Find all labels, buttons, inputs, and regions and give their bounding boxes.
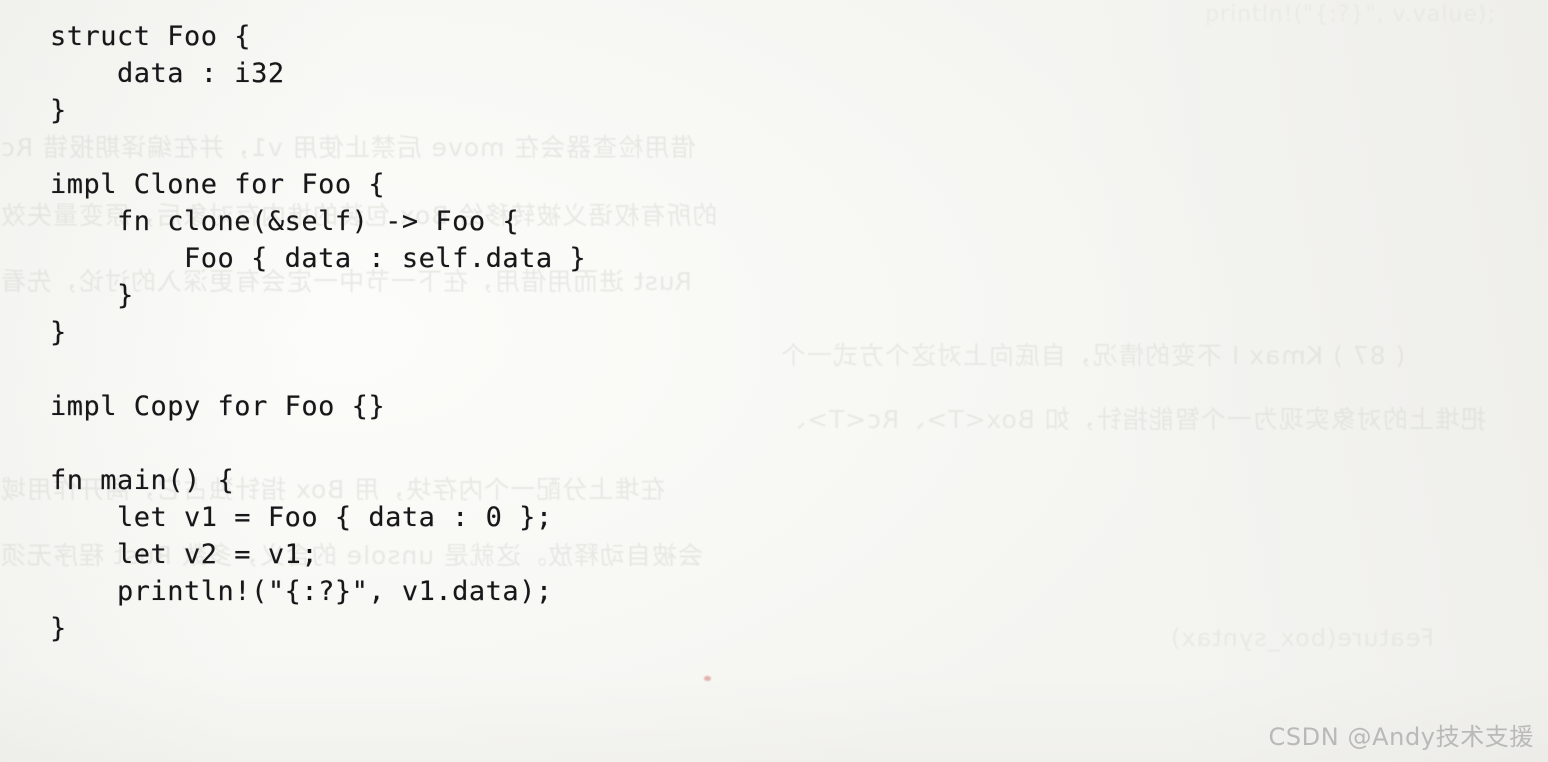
code-line: } xyxy=(50,613,67,644)
code-line: println!("{:?}", v1.data); xyxy=(50,576,553,607)
csdn-watermark: CSDN @Andy技术支援 xyxy=(1268,723,1534,751)
code-listing: struct Foo { data : i32} impl Clone for F… xyxy=(50,18,586,647)
code-line: let v1 = Foo { data : 0 }; xyxy=(50,502,553,533)
bleed-through-line: 把堆上的对象实现为一个智能指针，如 Box<T>、Rc<T>、 xyxy=(780,405,1486,434)
scanned-page: println!("{:?}", v.value); 借用检查器会在 move 后… xyxy=(0,0,1548,762)
code-line: data : i32 xyxy=(50,58,285,89)
code-line: impl Copy for Foo {} xyxy=(50,391,386,422)
code-line: impl Clone for Foo { xyxy=(50,169,386,200)
code-line: struct Foo { xyxy=(50,21,252,52)
bleed-through-line: ( 87 ) Kmax I 不变的情况，自底向上对这个方式一个 xyxy=(780,341,1406,370)
bleed-through-line: println!("{:?}", v.value); xyxy=(1205,2,1496,27)
code-line: } xyxy=(50,95,67,126)
code-line: fn main() { xyxy=(50,465,235,496)
code-line: let v2 = v1; xyxy=(50,539,319,570)
code-line: } xyxy=(50,317,67,348)
ink-speck-artifact xyxy=(704,676,711,681)
code-line: } xyxy=(50,280,134,311)
bleed-through-line: Feature(box_syntax) xyxy=(1170,624,1435,652)
code-line: fn clone(&self) -> Foo { xyxy=(50,206,520,237)
code-line: Foo { data : self.data } xyxy=(50,243,587,274)
